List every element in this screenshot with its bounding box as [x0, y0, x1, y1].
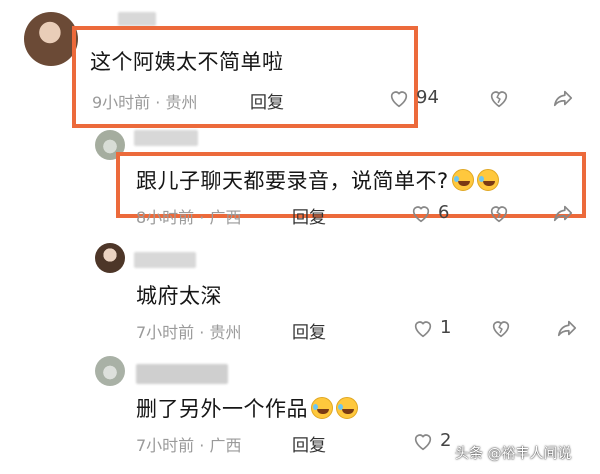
avatar-commenter-3[interactable] [95, 243, 125, 273]
like-count: 1 [440, 317, 452, 338]
heart-icon[interactable] [412, 430, 434, 452]
rofl-emoji [476, 169, 499, 191]
avatar-commenter-4[interactable] [95, 356, 125, 386]
share-arrow-icon[interactable] [552, 202, 574, 224]
comment-meta: 7小时前 · 广西 [136, 436, 242, 455]
watermark: 头条 @裕丰人间说 [455, 446, 572, 462]
like-count: 6 [438, 202, 450, 223]
rofl-emoji [451, 169, 474, 191]
comment-text-body: 跟儿子聊天都要录音，说简单不? [136, 169, 449, 193]
broken-heart-icon[interactable] [490, 317, 512, 339]
rofl-emoji [336, 397, 358, 419]
heart-icon[interactable] [410, 202, 432, 224]
comment-text: 城府太深 [136, 284, 222, 308]
comment-text: 删了另外一个作品 [136, 393, 358, 423]
comment-meta: 7小时前 · 贵州 [136, 323, 242, 342]
rofl-emoji [311, 397, 333, 419]
comment-text: 这个阿姨太不简单啦 [90, 50, 284, 74]
comment-text: 跟儿子聊天都要录音，说简单不? [136, 165, 499, 195]
comment-meta: 8小时前 · 广西 [136, 208, 242, 227]
reply-button[interactable]: 回复 [292, 318, 326, 343]
broken-heart-icon[interactable] [488, 87, 510, 109]
avatar-commenter-1[interactable] [24, 12, 78, 66]
broken-heart-icon[interactable] [488, 202, 510, 224]
reply-button[interactable]: 回复 [292, 431, 326, 456]
comment-text-body: 删了另外一个作品 [136, 397, 308, 421]
share-arrow-icon[interactable] [556, 317, 578, 339]
like-count: 94 [416, 87, 439, 108]
like-count: 2 [440, 430, 452, 451]
share-arrow-icon[interactable] [552, 87, 574, 109]
username-blurred-4 [136, 364, 228, 384]
heart-icon[interactable] [388, 87, 410, 109]
reply-button[interactable]: 回复 [250, 88, 284, 113]
comment-meta: 9小时前 · 贵州 [92, 93, 198, 112]
username-blurred-2 [134, 130, 198, 146]
username-blurred-3 [134, 252, 196, 268]
username-blurred-1 [118, 12, 156, 26]
reply-button[interactable]: 回复 [292, 203, 326, 228]
heart-icon[interactable] [412, 317, 434, 339]
